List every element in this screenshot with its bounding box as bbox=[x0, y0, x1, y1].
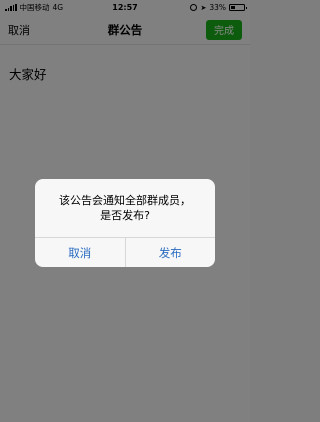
publish-confirm-dialog: 该公告会通知全部群成员， 是否发布? 取消 发布 bbox=[35, 179, 215, 267]
dialog-cancel-button[interactable]: 取消 bbox=[35, 238, 125, 267]
dialog-message: 该公告会通知全部群成员， 是否发布? bbox=[59, 194, 191, 222]
phone-screen: 中国移动 4G 12:57 ➤ 33% 取消 群公告 完成 大家好 该公告会通知… bbox=[0, 0, 250, 422]
dialog-buttons: 取消 发布 bbox=[35, 237, 215, 267]
dialog-publish-button[interactable]: 发布 bbox=[124, 238, 216, 267]
